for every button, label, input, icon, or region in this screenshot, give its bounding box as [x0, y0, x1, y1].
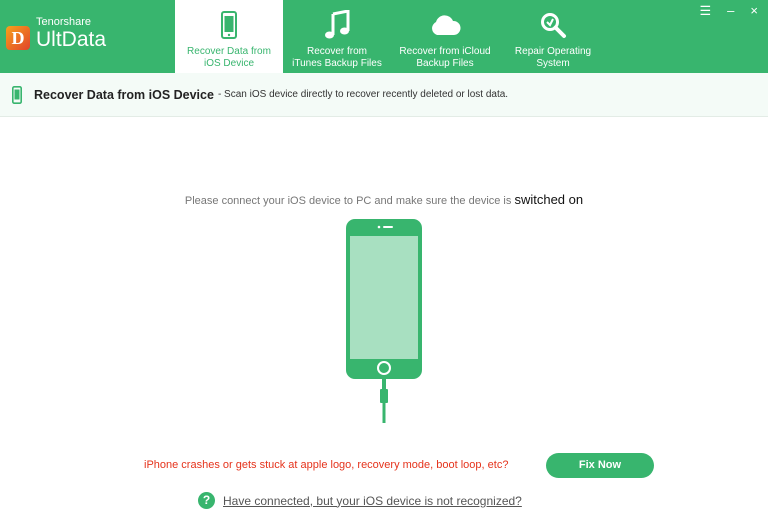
- not-recognized-link[interactable]: Have connected, but your iOS device is n…: [223, 494, 522, 508]
- instruction-text: Please connect your iOS device to PC and…: [184, 195, 512, 207]
- cloud-icon: [391, 8, 499, 42]
- tab-recover-ios-device[interactable]: Recover Data from iOS Device: [175, 0, 283, 73]
- help-icon: ?: [198, 492, 215, 509]
- window-controls: ☰ – ×: [700, 4, 758, 18]
- product-name: UltData: [36, 28, 107, 51]
- tab-label: Recover Data from iOS Device: [187, 46, 271, 69]
- logo-badge: D: [6, 26, 30, 50]
- minimize-button[interactable]: –: [727, 4, 734, 18]
- crash-warning-text: iPhone crashes or gets stuck at apple lo…: [144, 459, 509, 471]
- section-description: - Scan iOS device directly to recover re…: [217, 89, 509, 100]
- tab-label: Recover from iTunes Backup Files: [292, 46, 382, 69]
- fix-now-button[interactable]: Fix Now: [546, 453, 654, 478]
- tab-recover-itunes-backup[interactable]: Recover from iTunes Backup Files: [283, 0, 391, 73]
- app-header: D Tenorshare UltData Recover Data from i…: [0, 0, 768, 73]
- instruction-emphasis: switched on: [514, 192, 584, 207]
- menu-icon[interactable]: ☰: [700, 4, 712, 18]
- phone-illustration: [345, 218, 423, 429]
- section-title: Recover Data from iOS Device: [34, 87, 214, 102]
- section-header: Recover Data from iOS Device - Scan iOS …: [0, 73, 768, 117]
- app-logo: D Tenorshare UltData: [6, 16, 106, 52]
- tab-label: Recover from iCloud Backup Files: [399, 46, 491, 69]
- wrench-magnifier-icon: [499, 8, 607, 42]
- tab-label: Repair Operating System: [514, 46, 592, 69]
- iphone-icon: [175, 8, 283, 42]
- iphone-icon: [12, 85, 24, 104]
- brand-name: Tenorshare: [36, 16, 92, 28]
- main-tabs: Recover Data from iOS Device Recover fro…: [175, 0, 607, 73]
- music-note-icon: [283, 8, 391, 42]
- tab-repair-operating-system[interactable]: Repair Operating System: [499, 0, 607, 73]
- tab-recover-icloud-backup[interactable]: Recover from iCloud Backup Files: [391, 0, 499, 73]
- connect-instruction: Please connect your iOS device to PC and…: [0, 192, 768, 207]
- close-button[interactable]: ×: [750, 4, 758, 18]
- help-row: ? Have connected, but your iOS device is…: [198, 492, 522, 509]
